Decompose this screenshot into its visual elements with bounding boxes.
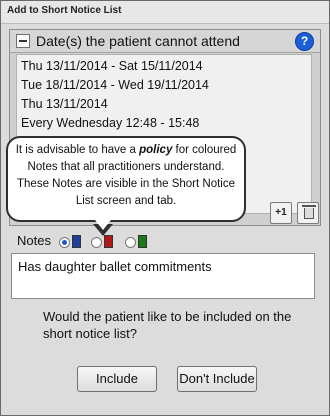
title-bar: Add to Short Notice List [1, 1, 329, 24]
notes-textbox[interactable]: Has daughter ballet commitments [11, 253, 315, 299]
include-question: Would the patient like to be included on… [43, 309, 292, 341]
trash-icon [302, 205, 316, 219]
include-button[interactable]: Include [77, 366, 157, 392]
note-radio-blue[interactable] [59, 237, 70, 248]
notes-section: Notes Has daughter ballet commitments [9, 229, 319, 301]
callout-tail-inner [95, 220, 111, 230]
red-note-icon [104, 235, 113, 248]
delete-date-button[interactable] [297, 202, 319, 224]
date-item[interactable]: Tue 18/11/2014 - Wed 19/11/2014 [21, 76, 307, 95]
callout-emphasis: policy [139, 144, 173, 156]
note-color-green-option[interactable] [125, 235, 153, 249]
callout-text-before: It is advisable to have a [15, 144, 140, 156]
add-date-button[interactable]: +1 [270, 202, 292, 224]
date-item[interactable]: Thu 13/11/2014 - Sat 15/11/2014 [21, 57, 307, 76]
notes-label: Notes [17, 233, 51, 248]
dates-group-header: Date(s) the patient cannot attend ? [10, 30, 320, 53]
help-icon[interactable]: ? [295, 32, 314, 51]
dont-include-button[interactable]: Don't Include [177, 366, 257, 392]
green-note-icon [138, 235, 147, 248]
date-item[interactable]: Thu 13/11/2014 [21, 95, 307, 114]
policy-callout: It is advisable to have a policy for col… [6, 136, 246, 222]
note-radio-red[interactable] [91, 237, 102, 248]
note-color-blue-option[interactable] [59, 235, 87, 249]
collapse-toggle-icon[interactable] [16, 34, 30, 48]
date-item[interactable]: Every Wednesday 12:48 - 15:48 [21, 114, 307, 133]
dates-group-title: Date(s) the patient cannot attend [36, 33, 240, 49]
note-color-red-option[interactable] [91, 235, 119, 249]
window-title: Add to Short Notice List [7, 5, 122, 16]
dialog-window: Add to Short Notice List Date(s) the pat… [0, 0, 330, 416]
blue-note-icon [72, 235, 81, 248]
note-radio-green[interactable] [125, 237, 136, 248]
